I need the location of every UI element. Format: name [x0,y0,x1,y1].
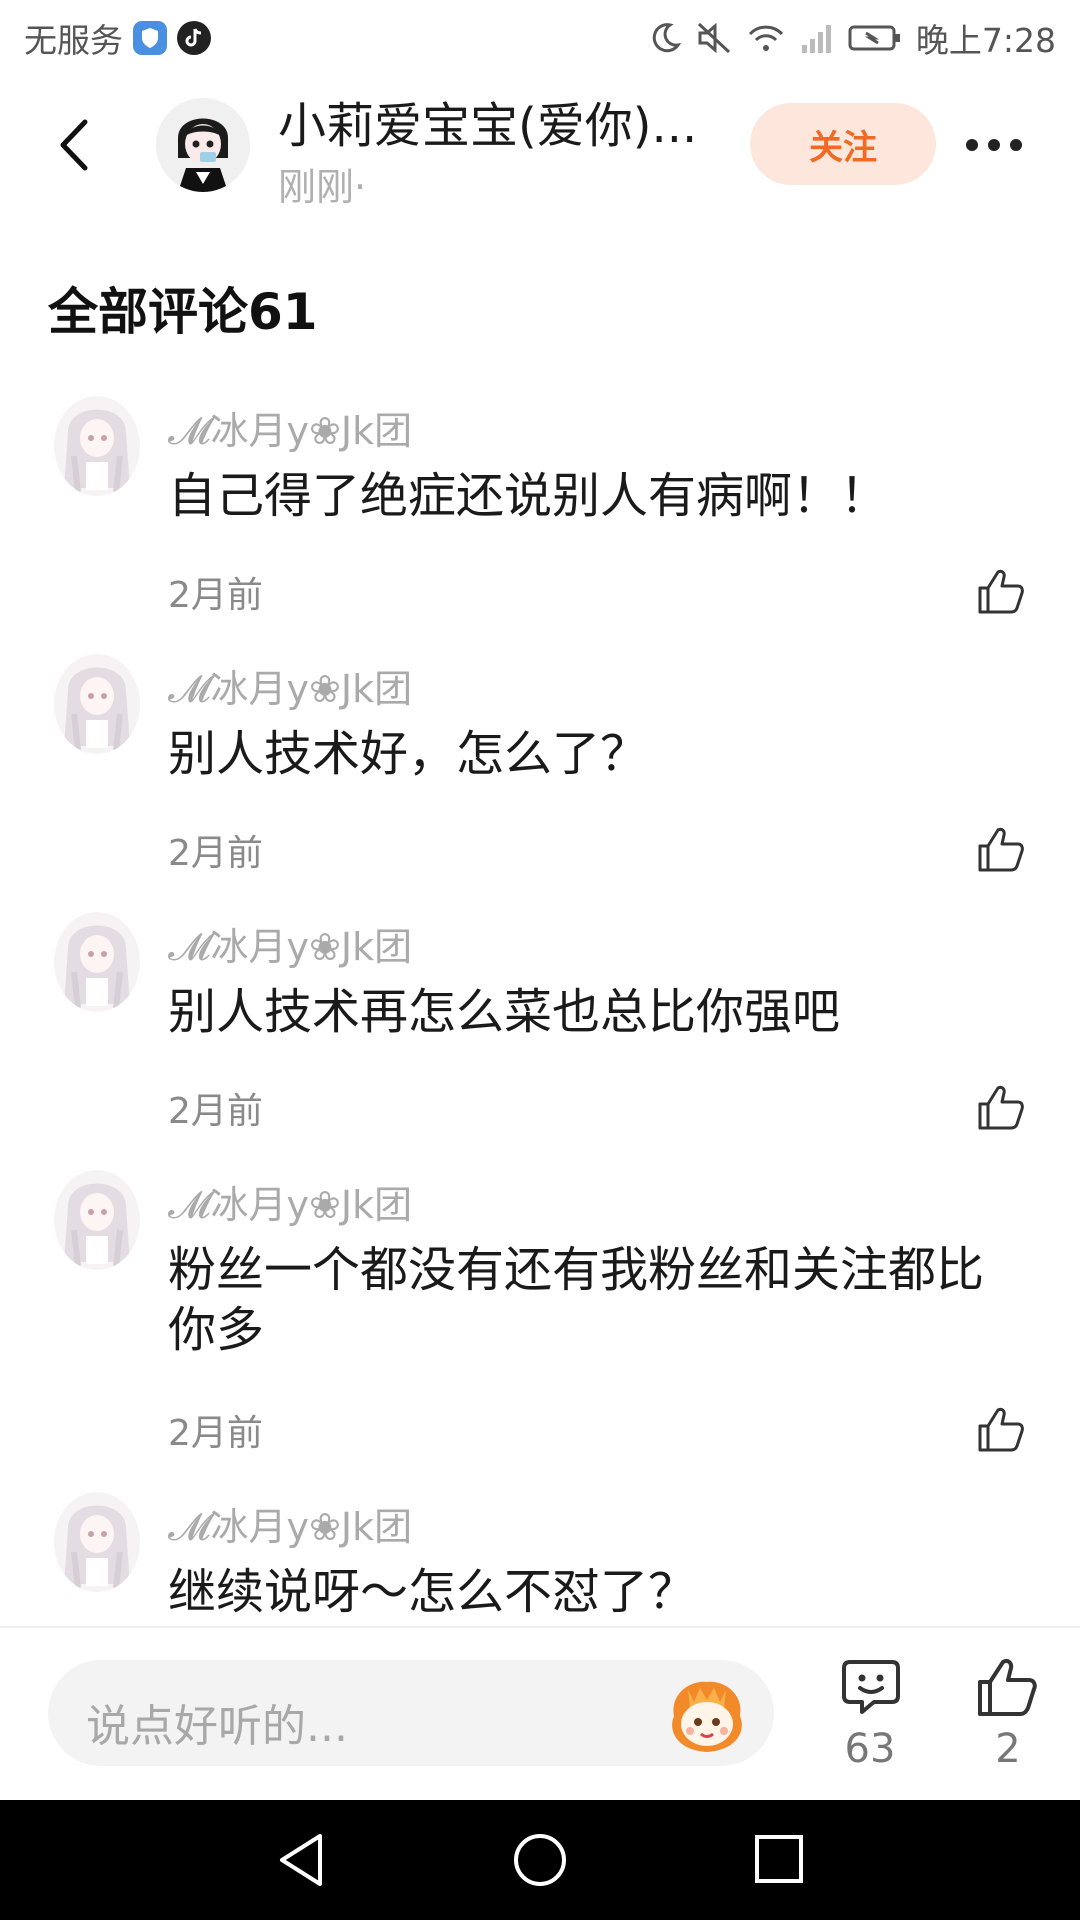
thumbs-up-icon[interactable] [976,566,1026,616]
post-time: 刚刚· [278,165,367,209]
thumbs-up-icon[interactable] [976,824,1026,874]
mute-icon [697,22,730,54]
commenter-name[interactable]: 𝓜冰月y❀Jk团 [168,658,412,713]
battery-icon [848,25,900,51]
moon-icon [652,23,682,53]
commenter-name[interactable]: 𝓜冰月y❀Jk团 [168,1496,412,1551]
comment-text: 粉丝一个都没有还有我粉丝和关注都比你多 [168,1242,985,1358]
wifi-icon [748,25,783,51]
thumbs-up-icon[interactable] [976,1082,1026,1132]
comment-text: 别人技术好，怎么了？ [168,726,649,782]
author-avatar[interactable] [156,98,250,192]
more-dot [1010,139,1022,151]
follow-button[interactable]: 关注 [750,103,936,185]
comment-text: 自己得了绝症还说别人有病啊！！ [168,468,889,524]
nav-back-icon[interactable] [272,1830,332,1890]
comments-count: 63 [844,1726,896,1772]
nav-recent-apps-icon[interactable] [752,1832,806,1886]
status-left: 无服务 [24,14,211,62]
nav-home-icon[interactable] [510,1830,570,1890]
commenter-name[interactable]: 𝓜冰月y❀Jk团 [168,400,412,455]
likes-count: 2 [995,1726,1021,1772]
comment-time: 2月前 [168,1413,263,1454]
commenter-avatar[interactable] [54,912,140,1012]
signal-icon [801,25,831,53]
comment-text: 继续说呀～怎么不怼了？ [168,1564,697,1620]
mascot-emoji-icon[interactable] [664,1676,750,1756]
more-dots-icon [966,139,978,151]
chevron-left-icon [60,119,88,171]
status-bar: 无服务 晚上7:28 [0,0,1080,76]
comment-time: 2月前 [168,1091,263,1132]
tiktok-app-icon [177,21,211,55]
clock-text: 晚上7:28 [915,21,1056,60]
comment-bubble-icon[interactable] [838,1654,904,1720]
thumbs-up-icon[interactable] [976,1404,1026,1454]
more-options-button[interactable] [956,120,1032,170]
shield-app-icon [133,21,167,55]
carrier-text: 无服务 [24,21,123,60]
author-name[interactable]: 小莉爱宝宝(爱你)... [278,86,738,156]
more-dot [988,139,1000,151]
back-button[interactable] [44,110,104,180]
commenter-avatar[interactable] [54,396,140,496]
comment-text: 别人技术再怎么菜也总比你强吧 [168,984,841,1040]
comment-input-placeholder[interactable]: 说点好听的... [86,1690,348,1754]
commenter-avatar[interactable] [54,1492,140,1592]
commenter-avatar[interactable] [54,654,140,754]
comments-section-title: 全部评论61 [48,283,318,341]
commenter-name[interactable]: 𝓜冰月y❀Jk团 [168,1174,412,1229]
commenter-name[interactable]: 𝓜冰月y❀Jk团 [168,916,412,971]
commenter-avatar[interactable] [54,1170,140,1270]
status-right: 晚上7:28 [648,14,1056,62]
thumbs-up-icon[interactable] [974,1654,1040,1720]
comment-time: 2月前 [168,575,263,616]
comment-time: 2月前 [168,833,263,874]
